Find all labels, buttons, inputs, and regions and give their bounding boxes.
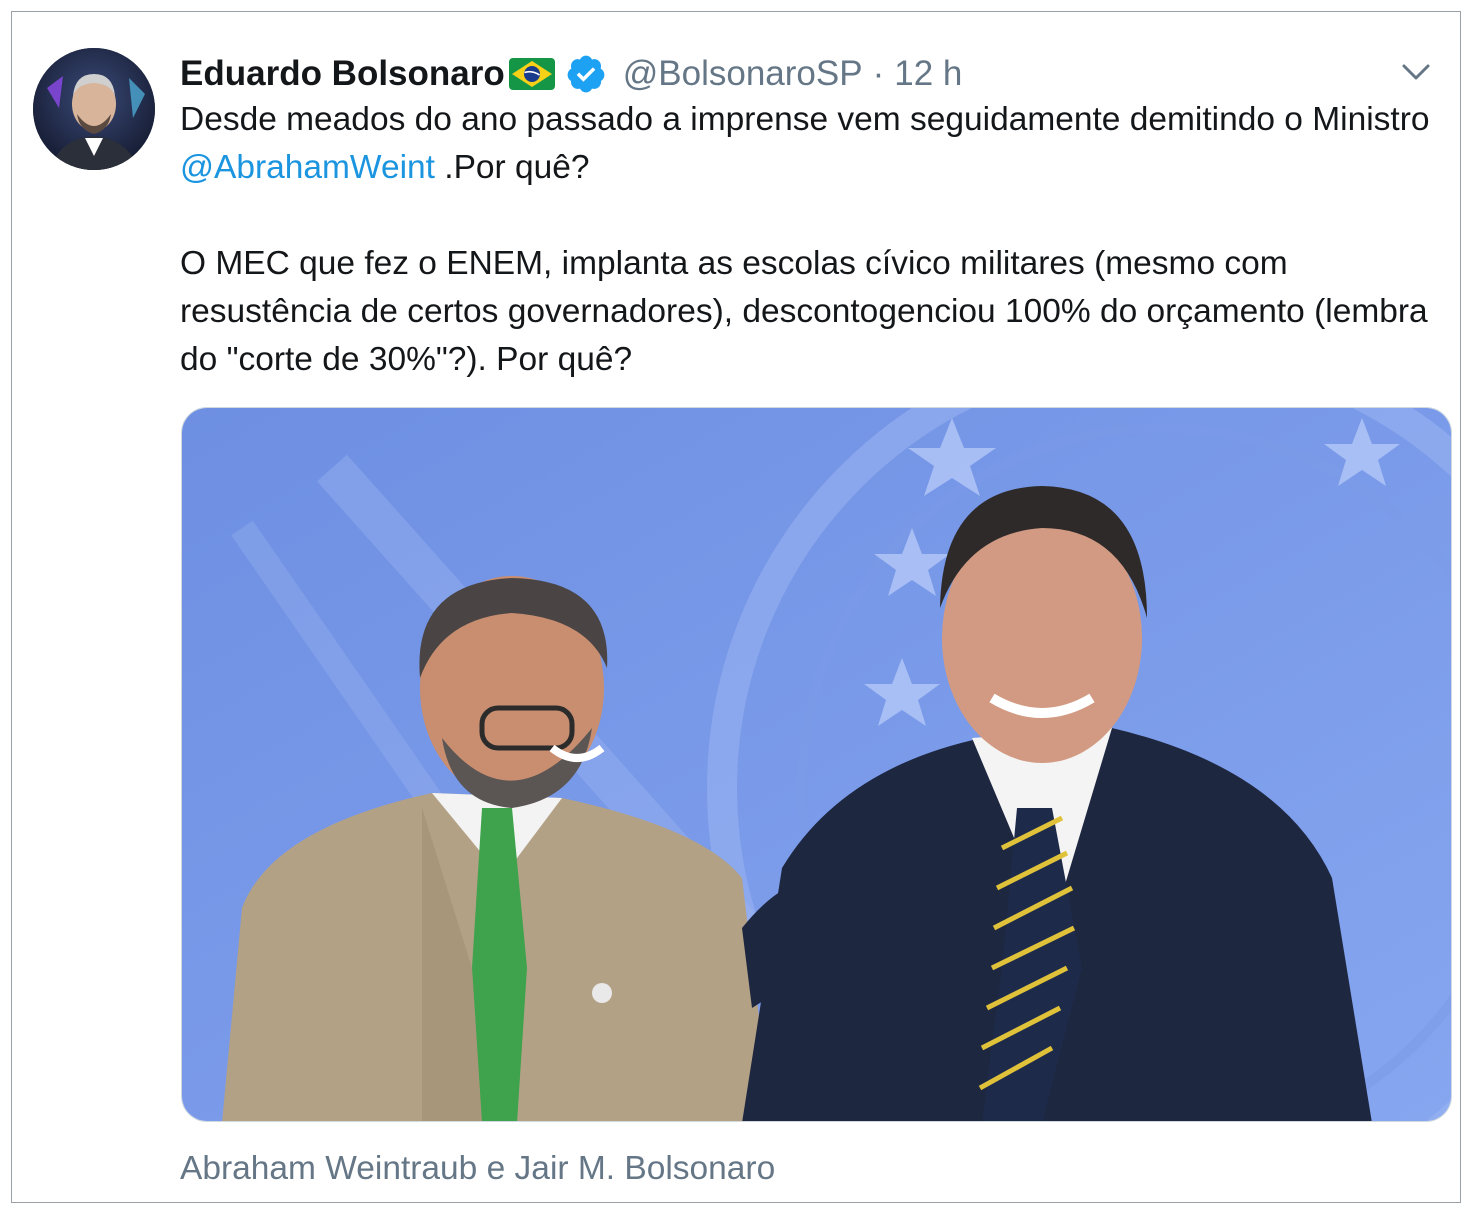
media-caption: Abraham Weintraub e Jair M. Bolsonaro (180, 1150, 776, 1187)
timestamp[interactable]: 12 h (894, 54, 962, 94)
tweet-text-part: Desde meados do ano passado a imprense v… (180, 101, 1430, 138)
tweet-text-part: .Por quê? (434, 149, 590, 186)
verified-badge-icon (565, 53, 607, 95)
separator-dot: · (872, 54, 885, 93)
tweet-photo[interactable] (181, 407, 1452, 1122)
mention-link[interactable]: @AbrahamWeint (180, 149, 435, 186)
tweet-paragraph-2: O MEC que fez o ENEM, implanta as escola… (180, 245, 1428, 378)
avatar[interactable] (33, 48, 155, 170)
brazil-flag-icon (508, 58, 555, 90)
tweet-paragraph-1: Desde meados do ano passado a imprense v… (180, 96, 1450, 192)
user-handle[interactable]: @BolsonaroSP (623, 54, 863, 94)
tweet-text: Desde meados do ano passado a imprense v… (180, 96, 1450, 384)
display-name[interactable]: Eduardo Bolsonaro (180, 54, 505, 94)
tweet-card[interactable]: Eduardo Bolsonaro @BolsonaroSP · 12 h De… (11, 11, 1461, 1203)
tweet-header: Eduardo Bolsonaro @BolsonaroSP · 12 h (180, 50, 962, 98)
chevron-down-icon[interactable] (1396, 52, 1436, 92)
